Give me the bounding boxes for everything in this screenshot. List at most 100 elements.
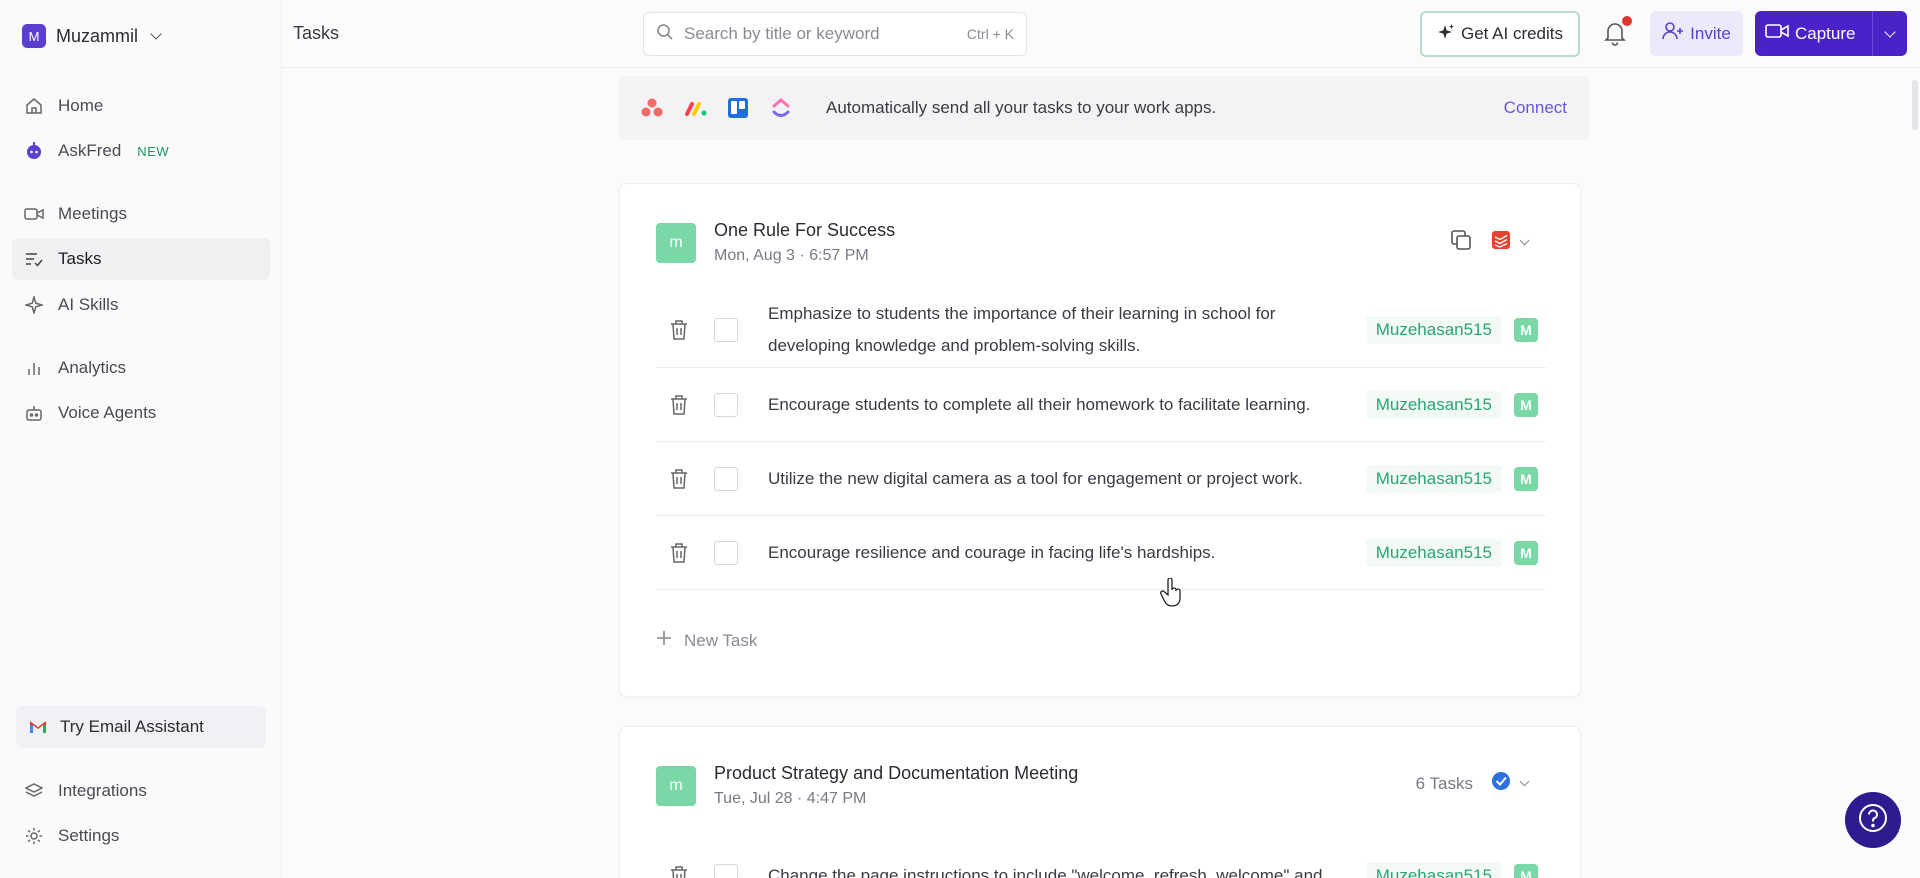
task-assignee[interactable]: Muzehasan515 M	[1365, 464, 1538, 493]
new-task-button[interactable]: New Task	[656, 630, 757, 651]
task-assignee[interactable]: Muzehasan515 M	[1365, 390, 1538, 419]
chevron-down-icon	[1519, 235, 1530, 246]
meeting-title[interactable]: Product Strategy and Documentation Meeti…	[714, 763, 1078, 784]
task-text[interactable]: Utilize the new digital camera as a tool…	[768, 463, 1358, 495]
meeting-avatar: m	[656, 765, 696, 806]
sidebar: M Muzammil Home AskFred NEW Meetings Tas…	[0, 0, 282, 878]
app-icons	[641, 97, 792, 119]
connect-link[interactable]: Connect	[1504, 98, 1567, 118]
sidebar-item-analytics[interactable]: Analytics	[12, 347, 270, 389]
task-text[interactable]: Emphasize to students the importance of …	[768, 298, 1358, 362]
task-checkbox[interactable]	[714, 317, 738, 342]
task-text[interactable]: Change the page instructions to include …	[768, 860, 1358, 878]
video-icon	[1765, 22, 1789, 45]
sidebar-item-meetings[interactable]: Meetings	[12, 193, 270, 235]
workspace-switcher[interactable]: M Muzammil	[22, 24, 162, 48]
meeting-header[interactable]: m Product Strategy and Documentation Mee…	[656, 763, 1078, 808]
task-row: Utilize the new digital camera as a tool…	[656, 442, 1546, 516]
integration-banner: Automatically send all your tasks to you…	[619, 76, 1589, 140]
capture-main-button[interactable]: Capture	[1755, 22, 1872, 45]
sidebar-item-label: AskFred	[58, 141, 122, 160]
search-placeholder: Search by title or keyword	[684, 24, 880, 43]
assignee-name: Muzehasan515	[1365, 464, 1502, 493]
help-button[interactable]	[1845, 792, 1901, 848]
robot-icon	[24, 403, 44, 423]
meeting-avatar: m	[656, 222, 696, 263]
meeting-date: Mon, Aug 3 · 6:57 PM	[714, 247, 869, 264]
sidebar-item-label: Tasks	[58, 249, 102, 268]
trash-icon[interactable]	[666, 542, 692, 564]
invite-button[interactable]: Invite	[1650, 11, 1743, 56]
bot-icon	[24, 141, 44, 161]
export-dropdown[interactable]	[1491, 771, 1530, 796]
capture-label: Capture	[1795, 23, 1856, 43]
meeting-title[interactable]: One Rule For Success	[714, 220, 895, 241]
banner-text: Automatically send all your tasks to you…	[826, 98, 1217, 117]
export-dropdown[interactable]	[1491, 230, 1530, 255]
clickup-icon	[770, 97, 792, 119]
trash-icon[interactable]	[666, 468, 692, 490]
plus-icon	[656, 630, 672, 651]
trash-icon[interactable]	[666, 394, 692, 416]
sidebar-item-tasks[interactable]: Tasks	[12, 238, 270, 280]
task-assignee[interactable]: Muzehasan515 M	[1365, 538, 1538, 567]
question-icon	[1857, 802, 1889, 839]
chevron-down-icon	[1519, 776, 1530, 787]
sidebar-item-voice-agents[interactable]: Voice Agents	[12, 392, 270, 434]
sparkle-icon	[24, 295, 44, 315]
hand-cursor-icon	[1160, 577, 1184, 613]
task-text[interactable]: Encourage students to complete all their…	[768, 389, 1358, 421]
new-task-label: New Task	[684, 630, 758, 650]
task-assignee[interactable]: Muzehasan515 M	[1365, 315, 1538, 344]
task-checkbox[interactable]	[714, 864, 738, 878]
get-ai-credits-button[interactable]: Get AI credits	[1420, 11, 1580, 57]
task-row: Emphasize to students the importance of …	[656, 292, 1546, 368]
gmail-icon	[28, 717, 48, 737]
assignee-avatar: M	[1514, 864, 1538, 878]
notifications-button[interactable]	[1602, 16, 1632, 50]
scrollbar[interactable]	[1912, 80, 1918, 130]
task-assignee[interactable]: Muzehasan515 M	[1365, 862, 1538, 878]
try-email-assistant-button[interactable]: Try Email Assistant	[16, 706, 266, 748]
task-count: 6 Tasks	[1415, 773, 1473, 793]
assignee-avatar: M	[1514, 317, 1538, 342]
trash-icon[interactable]	[666, 865, 692, 878]
task-row: Encourage resilience and courage in faci…	[656, 516, 1546, 590]
asana-icon	[641, 97, 663, 119]
assignee-name: Muzehasan515	[1365, 862, 1502, 878]
sidebar-item-home[interactable]: Home	[12, 85, 270, 127]
notification-dot	[1622, 16, 1632, 26]
search-icon	[656, 23, 674, 46]
meeting-header[interactable]: m One Rule For Success Mon, Aug 3 · 6:57…	[656, 220, 895, 265]
sidebar-item-settings[interactable]: Settings	[12, 815, 270, 857]
todoist-icon	[1491, 230, 1511, 255]
sidebar-item-label: AI Skills	[58, 295, 119, 314]
assignee-name: Muzehasan515	[1365, 315, 1502, 344]
copy-icon[interactable]	[1449, 228, 1473, 257]
sidebar-item-label: Meetings	[58, 204, 127, 223]
add-user-icon	[1662, 22, 1684, 45]
trash-icon[interactable]	[666, 319, 692, 341]
task-checkbox[interactable]	[714, 392, 738, 417]
workspace-avatar: M	[22, 24, 46, 48]
sidebar-item-ai-skills[interactable]: AI Skills	[12, 284, 270, 326]
new-badge: NEW	[137, 143, 170, 159]
sidebar-item-integrations[interactable]: Integrations	[12, 770, 270, 812]
invite-label: Invite	[1690, 23, 1731, 43]
task-checkbox[interactable]	[714, 540, 738, 565]
search-input[interactable]: Search by title or keyword Ctrl + K	[643, 12, 1027, 56]
page-title: Tasks	[293, 23, 340, 43]
sparkle-icon	[1437, 23, 1455, 46]
meeting-actions: 6 Tasks	[1415, 771, 1530, 796]
meeting-actions	[1449, 228, 1530, 257]
header-divider	[282, 67, 1920, 68]
sidebar-item-label: Settings	[58, 826, 120, 845]
assignee-avatar: M	[1514, 466, 1538, 491]
capture-button[interactable]: Capture	[1755, 11, 1907, 56]
sidebar-item-askfred[interactable]: AskFred NEW	[12, 130, 270, 172]
search-shortcut: Ctrl + K	[966, 26, 1014, 42]
task-checkbox[interactable]	[714, 466, 738, 491]
task-text[interactable]: Encourage resilience and courage in faci…	[768, 537, 1358, 569]
sidebar-item-label: Analytics	[58, 358, 127, 377]
capture-dropdown-button[interactable]	[1873, 25, 1907, 38]
